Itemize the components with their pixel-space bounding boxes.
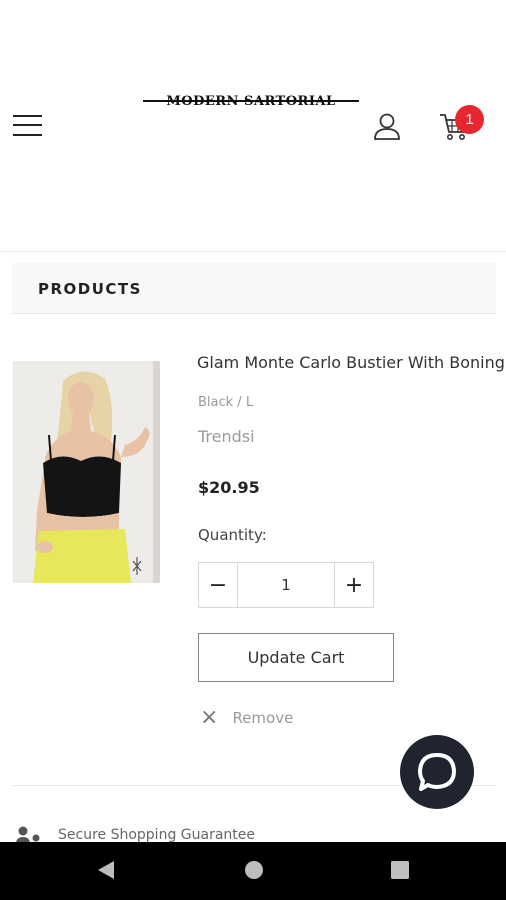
menu-line-icon — [13, 115, 42, 117]
product-photo — [13, 361, 160, 583]
quantity-stepper: − + — [198, 562, 374, 608]
home-button[interactable] — [243, 859, 265, 885]
product-variant: Black / L — [198, 395, 254, 410]
recent-apps-button[interactable] — [389, 859, 411, 885]
account-button[interactable] — [372, 112, 402, 142]
close-icon: × — [200, 705, 219, 730]
quantity-input[interactable] — [238, 563, 334, 607]
logo-strike-line — [143, 100, 359, 102]
store-logo[interactable]: MODERN SARTORIAL — [143, 88, 359, 114]
android-navigation-bar — [0, 842, 506, 900]
update-cart-button[interactable]: Update Cart — [198, 633, 394, 682]
products-section-header: PRODUCTS — [12, 263, 496, 314]
menu-line-icon — [13, 134, 42, 136]
menu-button[interactable] — [13, 114, 43, 138]
product-price: $20.95 — [198, 478, 260, 497]
cart-count-badge: 1 — [455, 105, 484, 134]
product-image[interactable] — [13, 361, 160, 583]
chat-button[interactable] — [400, 735, 474, 809]
product-title[interactable]: Glam Monte Carlo Bustier With Boning — [197, 353, 505, 372]
quantity-increase-button[interactable]: + — [334, 563, 373, 607]
remove-item-link[interactable]: × Remove — [200, 706, 293, 730]
secure-shopping-text: Secure Shopping Guarantee — [58, 827, 256, 843]
user-icon — [374, 113, 400, 140]
back-button[interactable] — [95, 859, 117, 885]
chat-bubble-icon — [418, 753, 456, 791]
quantity-decrease-button[interactable]: − — [199, 563, 238, 607]
menu-line-icon — [13, 124, 42, 126]
home-circle-icon — [245, 861, 263, 879]
back-triangle-icon — [98, 861, 114, 879]
product-vendor: Trendsi — [198, 427, 255, 446]
site-header: MODERN SARTORIAL 1 — [0, 0, 506, 252]
remove-label: Remove — [232, 709, 294, 727]
quantity-label: Quantity: — [198, 526, 267, 544]
recent-square-icon — [391, 861, 409, 879]
products-heading: PRODUCTS — [38, 280, 142, 298]
